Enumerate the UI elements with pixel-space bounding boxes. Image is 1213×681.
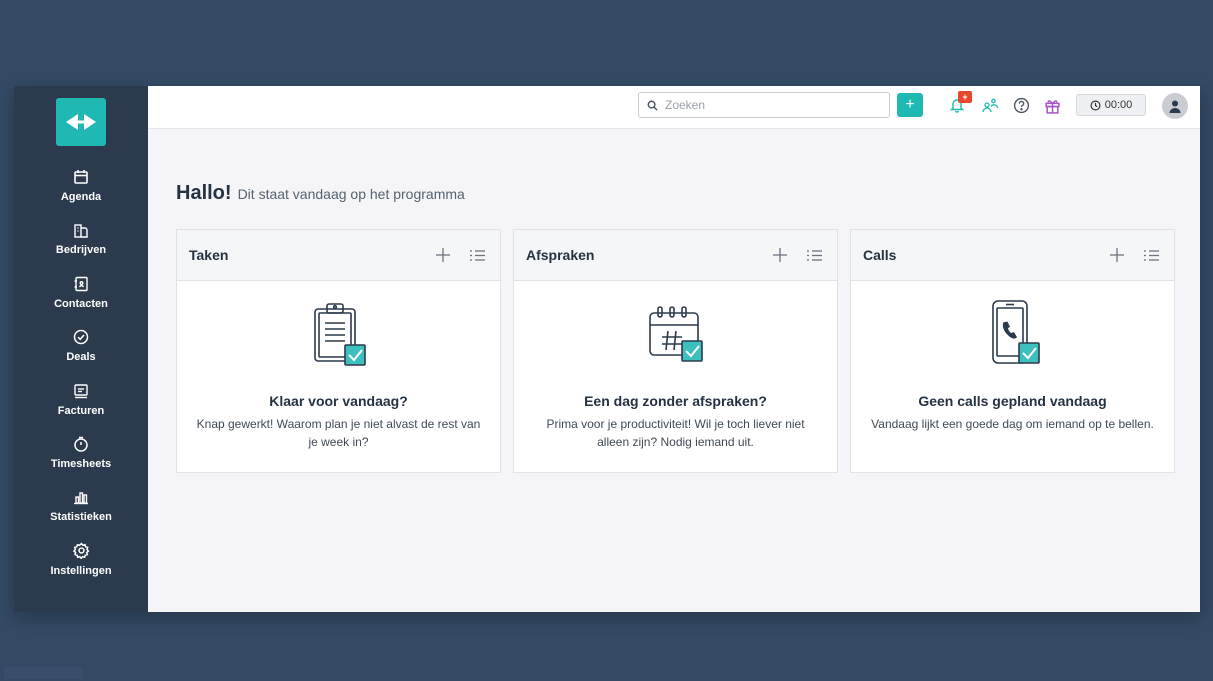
gift-icon xyxy=(1044,99,1060,114)
card-list-button[interactable] xyxy=(803,245,825,265)
card-title: Afspraken xyxy=(526,247,595,263)
card-add-button[interactable] xyxy=(1106,245,1128,265)
card-title: Calls xyxy=(863,247,897,263)
buildings-icon xyxy=(73,219,89,241)
sidebar-item-label: Instellingen xyxy=(50,564,112,577)
sidebar-item-label: Facturen xyxy=(57,404,105,417)
card-header: Afspraken xyxy=(514,230,837,281)
sidebar-item-label: Bedrijven xyxy=(55,244,107,257)
search-input[interactable] xyxy=(663,97,867,113)
sidebar-item-label: Deals xyxy=(66,351,96,364)
card-body: Een dag zonder afspraken? Prima voor je … xyxy=(514,281,837,451)
corner-overlay xyxy=(4,667,82,679)
card-body: Klaar voor vandaag? Knap gewerkt! Waarom… xyxy=(177,281,500,451)
list-icon xyxy=(469,249,485,261)
logo-icon xyxy=(66,114,96,130)
card-add-button[interactable] xyxy=(769,245,791,265)
contact-book-icon xyxy=(73,273,89,295)
clock-icon xyxy=(1090,100,1101,110)
timer-value: 00:00 xyxy=(1104,99,1133,111)
greeting-title: Hallo! xyxy=(176,182,232,204)
help-button[interactable] xyxy=(1010,94,1032,116)
greeting-subtitle: Dit staat vandaag op het programma xyxy=(237,186,465,202)
sidebar-item-statistieken[interactable]: Statistieken xyxy=(14,486,148,539)
card-actions xyxy=(420,245,488,265)
people-icon xyxy=(982,98,999,113)
card-heading: Een dag zonder afspraken? xyxy=(584,393,767,409)
clipboard-icon xyxy=(313,303,366,366)
dashboard-cards: Taken Klaar voor vandaag? Knap gewerkt! … xyxy=(176,229,1175,473)
card-text: Vandaag lijkt een goede dag om iemand op… xyxy=(871,417,1154,431)
search-icon xyxy=(647,100,658,111)
list-icon xyxy=(1143,249,1159,261)
sidebar-item-deals[interactable]: Deals xyxy=(14,326,148,379)
sidebar-item-instellingen[interactable]: Instellingen xyxy=(14,540,148,593)
main-content: + + xyxy=(148,86,1200,612)
plus-icon xyxy=(1110,248,1124,262)
card-heading: Klaar voor vandaag? xyxy=(269,393,408,409)
card-body: Geen calls gepland vandaag Vandaag lijkt… xyxy=(851,281,1174,433)
sidebar-item-agenda[interactable]: Agenda xyxy=(14,166,148,219)
sidebar-item-label: Agenda xyxy=(60,191,102,203)
user-icon xyxy=(1169,100,1181,113)
bar-chart-icon xyxy=(73,486,89,508)
top-header: + + xyxy=(148,86,1200,129)
card-add-button[interactable] xyxy=(432,245,454,265)
timer-button[interactable]: 00:00 xyxy=(1076,94,1146,116)
card-calls: Calls Geen calls gepland vandaag Vandaag… xyxy=(850,229,1175,473)
sidebar-item-contacten[interactable]: Contacten xyxy=(14,273,148,326)
sidebar-item-label: Contacten xyxy=(54,297,108,310)
app-window: Agenda Bedrijven Contacten Deals Facture… xyxy=(14,86,1200,612)
help-icon xyxy=(1013,97,1029,113)
avatar[interactable] xyxy=(1162,93,1188,119)
notifications-button[interactable]: + xyxy=(946,91,972,116)
card-heading: Geen calls gepland vandaag xyxy=(918,393,1107,409)
card-actions xyxy=(757,245,825,265)
search-box[interactable] xyxy=(638,92,890,118)
add-button[interactable]: + xyxy=(897,93,923,117)
card-text: Prima voor je productiviteit! Wil je toc… xyxy=(546,417,805,449)
calendar-check-icon xyxy=(648,306,703,362)
card-list-button[interactable] xyxy=(1140,245,1162,265)
card-actions xyxy=(1094,245,1162,265)
card-text: Knap gewerkt! Waarom plan je niet alvast… xyxy=(196,417,481,449)
sidebar-item-timesheets[interactable]: Timesheets xyxy=(14,433,148,486)
check-circle-icon xyxy=(73,326,89,348)
gear-icon xyxy=(72,540,90,562)
sidebar-nav: Agenda Bedrijven Contacten Deals Facture… xyxy=(14,166,148,593)
stopwatch-icon xyxy=(73,433,89,455)
calendar-icon xyxy=(73,166,89,188)
invoice-icon xyxy=(73,380,89,402)
sidebar-item-bedrijven[interactable]: Bedrijven xyxy=(14,219,148,272)
sidebar-item-label: Statistieken xyxy=(50,511,112,524)
team-button[interactable] xyxy=(979,94,1001,116)
list-icon xyxy=(806,249,822,261)
sidebar: Agenda Bedrijven Contacten Deals Facture… xyxy=(14,86,148,612)
sidebar-item-label: Timesheets xyxy=(50,457,112,470)
card-header: Taken xyxy=(177,230,500,281)
phone-check-icon xyxy=(991,300,1040,364)
card-list-button[interactable] xyxy=(466,245,488,265)
notification-badge: + xyxy=(958,91,972,103)
plus-icon xyxy=(773,248,787,262)
card-afspraken: Afspraken Een dag zonder afspraken? Prim… xyxy=(513,229,838,473)
card-taken: Taken Klaar voor vandaag? Knap gewerkt! … xyxy=(176,229,501,473)
app-logo[interactable] xyxy=(56,98,106,146)
greeting: Hallo! Dit staat vandaag op het programm… xyxy=(176,182,465,205)
card-header: Calls xyxy=(851,230,1174,281)
card-title: Taken xyxy=(189,247,229,263)
sidebar-item-facturen[interactable]: Facturen xyxy=(14,380,148,433)
gift-button[interactable] xyxy=(1041,94,1063,116)
plus-icon xyxy=(436,248,450,262)
